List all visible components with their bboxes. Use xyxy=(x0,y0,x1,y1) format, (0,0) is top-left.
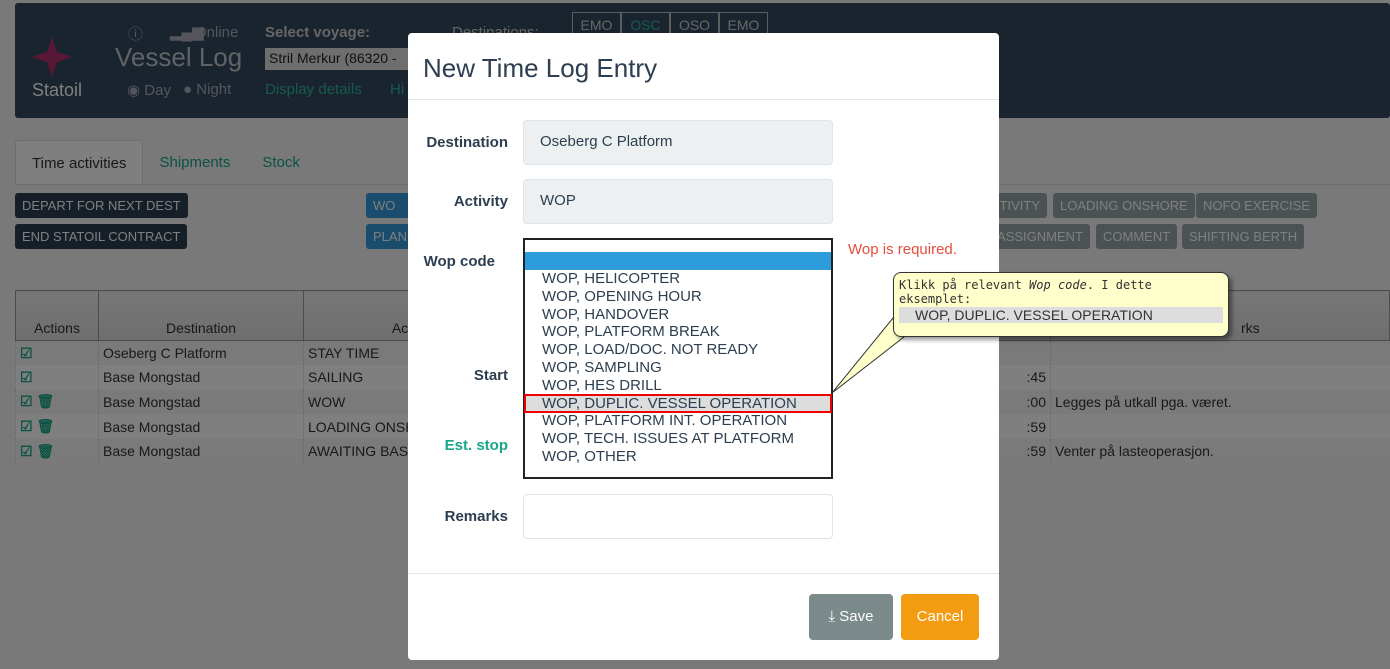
selected-empty-option[interactable] xyxy=(525,252,831,270)
destination-field[interactable]: Oseberg C Platform xyxy=(523,120,833,165)
activity-field[interactable]: WOP xyxy=(523,179,833,224)
start-label: Start xyxy=(473,367,508,384)
activity-label: Activity xyxy=(453,193,508,210)
divider xyxy=(408,573,999,574)
save-label: Save xyxy=(839,608,874,625)
wop-option[interactable]: WOP, LOAD/DOC. NOT READY xyxy=(525,341,831,359)
wop-option[interactable]: WOP, SAMPLING xyxy=(525,359,831,377)
divider xyxy=(408,99,999,100)
wop-option[interactable]: WOP, PLATFORM BREAK xyxy=(525,323,831,341)
cancel-button[interactable]: Cancel xyxy=(901,594,979,640)
instruction-callout: Klikk på relevant Wop code. I dette ekse… xyxy=(893,272,1229,337)
wop-option[interactable]: WOP, HES DRILL xyxy=(525,377,831,395)
wop-option[interactable]: WOP, OTHER xyxy=(525,448,831,466)
wop-option[interactable]: WOP, TECH. ISSUES AT PLATFORM xyxy=(525,430,831,448)
save-button[interactable]: ⤓ Save xyxy=(809,594,893,640)
remarks-input[interactable] xyxy=(523,494,833,539)
callout-text: Klikk på relevant Wop code. I dette ekse… xyxy=(899,278,1152,306)
est-stop-label: Est. stop xyxy=(444,437,508,454)
callout-example: WOP, DUPLIC. VESSEL OPERATION xyxy=(899,307,1223,323)
destination-label: Destination xyxy=(426,134,508,151)
remarks-label: Remarks xyxy=(444,508,508,525)
wop-code-dropdown[interactable]: WOP, HELICOPTER WOP, OPENING HOUR WOP, HAN… xyxy=(523,238,833,479)
wop-code-label: Wop code xyxy=(423,253,495,270)
wop-option[interactable]: WOP, HELICOPTER xyxy=(525,270,831,288)
validation-error: Wop is required. xyxy=(848,241,957,258)
wop-option[interactable]: WOP, OPENING HOUR xyxy=(525,288,831,306)
dialog-title: New Time Log Entry xyxy=(423,53,658,83)
wop-option[interactable]: WOP, HANDOVER xyxy=(525,306,831,324)
wop-option[interactable]: WOP, PLATFORM INT. OPERATION xyxy=(525,412,831,430)
download-icon: ⤓ xyxy=(828,608,836,625)
wop-option[interactable]: WOP, DUPLIC. VESSEL OPERATION xyxy=(524,393,832,414)
